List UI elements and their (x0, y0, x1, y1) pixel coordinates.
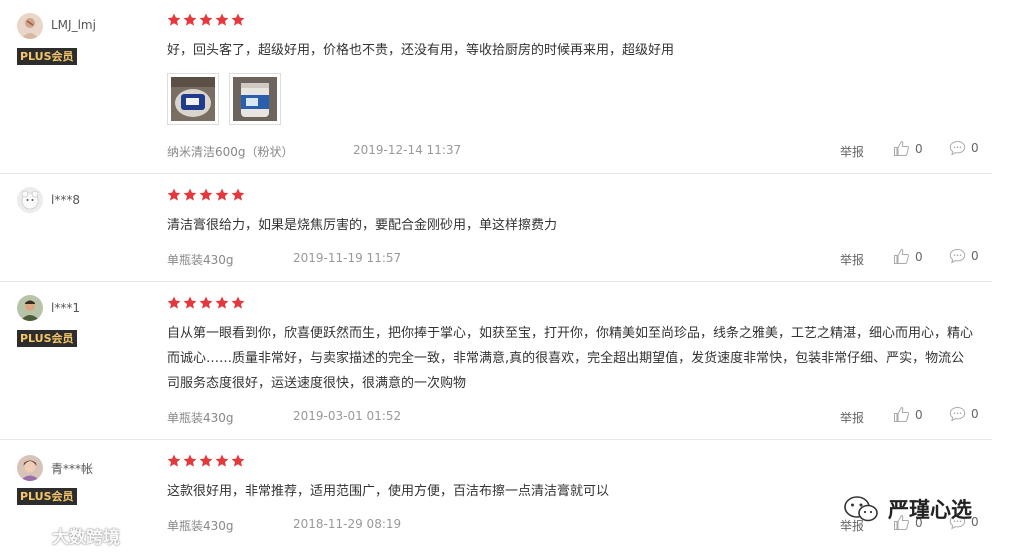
star-icon (215, 454, 229, 468)
thumbs-up-icon (894, 406, 909, 422)
review-text: 好，回头客了，超级好用，价格也不贵，还没有用，等收拾厨房的时候再来用，超级好用 (167, 43, 675, 58)
star-icon (183, 296, 197, 310)
avatar[interactable] (17, 187, 43, 213)
plus-member-badge: PLUS会员 (17, 488, 77, 505)
star-icon (199, 296, 213, 310)
star-rating (167, 13, 245, 29)
comment-bubble-icon (949, 140, 966, 156)
report-link[interactable]: 举报 (840, 409, 864, 426)
star-icon (183, 13, 197, 27)
review-text: 自从第一眼看到你，欣喜便跃然而生，把你捧于掌心，如获至宝，打开你，你精美如至尚珍… (167, 326, 974, 391)
watermark-right-text: 严瑾心选 (888, 498, 972, 522)
reply-button[interactable]: 0 (949, 140, 979, 156)
star-icon (215, 296, 229, 310)
like-count: 0 (915, 141, 923, 156)
wechat-icon (844, 496, 878, 522)
star-icon (167, 296, 181, 310)
thumbs-up-icon (894, 140, 909, 156)
like-button[interactable]: 0 (893, 140, 923, 157)
star-icon (215, 188, 229, 202)
plus-member-badge: PLUS会员 (17, 48, 77, 65)
brand-logo-icon (6, 527, 48, 544)
username[interactable]: LMJ_lmj (51, 18, 96, 32)
like-button[interactable]: 0 (893, 248, 923, 265)
review-date: 2019-11-19 11:57 (293, 251, 402, 265)
reply-count: 0 (971, 407, 979, 421)
star-icon (199, 454, 213, 468)
star-icon (199, 188, 213, 202)
reply-count: 0 (971, 249, 979, 263)
watermark-left: 大数跨境 (6, 523, 120, 548)
star-icon (183, 188, 197, 202)
reply-button[interactable]: 0 (949, 406, 979, 422)
product-spec: 单瓶装430g (167, 411, 234, 425)
report-link[interactable]: 举报 (840, 143, 864, 160)
star-rating (167, 296, 245, 312)
star-icon (167, 188, 181, 202)
product-spec: 单瓶装430g (167, 519, 234, 533)
star-icon (231, 188, 245, 202)
watermark-right: 严瑾心选 (842, 494, 972, 524)
like-button[interactable]: 0 (893, 406, 923, 423)
review-item: l***1 PLUS会员 自从第一眼看到你，欣喜便跃然而生，把你捧于掌心，如获至… (0, 282, 992, 440)
avatar[interactable] (17, 295, 43, 321)
thumbs-up-icon (894, 248, 909, 264)
like-count: 0 (915, 407, 923, 422)
star-icon (183, 454, 197, 468)
review-date: 2019-12-14 11:37 (353, 143, 462, 157)
review-item: LMJ_lmj PLUS会员 好，回头客了，超级好用，价格也不贵，还没有用，等收… (0, 0, 992, 174)
avatar[interactable] (17, 13, 43, 39)
reply-count: 0 (971, 515, 979, 529)
review-item: l***8 清洁膏很给力，如果是烧焦厉害的，要配合金刚砂用，单这样擦费力 单瓶装… (0, 174, 992, 282)
star-rating (167, 188, 245, 204)
star-icon (167, 13, 181, 27)
star-icon (231, 13, 245, 27)
like-count: 0 (915, 249, 923, 264)
star-rating (167, 454, 245, 470)
avatar[interactable] (17, 455, 43, 481)
reply-count: 0 (971, 141, 979, 155)
review-photo-thumbnail[interactable] (167, 73, 219, 125)
star-icon (231, 454, 245, 468)
star-icon (199, 13, 213, 27)
plus-member-badge: PLUS会员 (17, 330, 77, 347)
product-spec: 单瓶装430g (167, 253, 234, 267)
star-icon (167, 454, 181, 468)
review-date: 2019-03-01 01:52 (293, 409, 402, 423)
review-text: 清洁膏很给力，如果是烧焦厉害的，要配合金刚砂用，单这样擦费力 (167, 218, 558, 233)
report-link[interactable]: 举报 (840, 251, 864, 268)
review-photo-thumbnail[interactable] (229, 73, 281, 125)
reply-button[interactable]: 0 (949, 248, 979, 264)
comment-bubble-icon (949, 406, 966, 422)
username[interactable]: l***1 (51, 301, 80, 315)
review-date: 2018-11-29 08:19 (293, 517, 402, 531)
username[interactable]: l***8 (51, 193, 80, 207)
comment-bubble-icon (949, 248, 966, 264)
watermark-left-text: 大数跨境 (52, 528, 120, 548)
product-spec: 纳米清洁600g（粉状） (167, 145, 294, 159)
star-icon (231, 296, 245, 310)
username[interactable]: 青***帐 (51, 460, 93, 477)
star-icon (215, 13, 229, 27)
